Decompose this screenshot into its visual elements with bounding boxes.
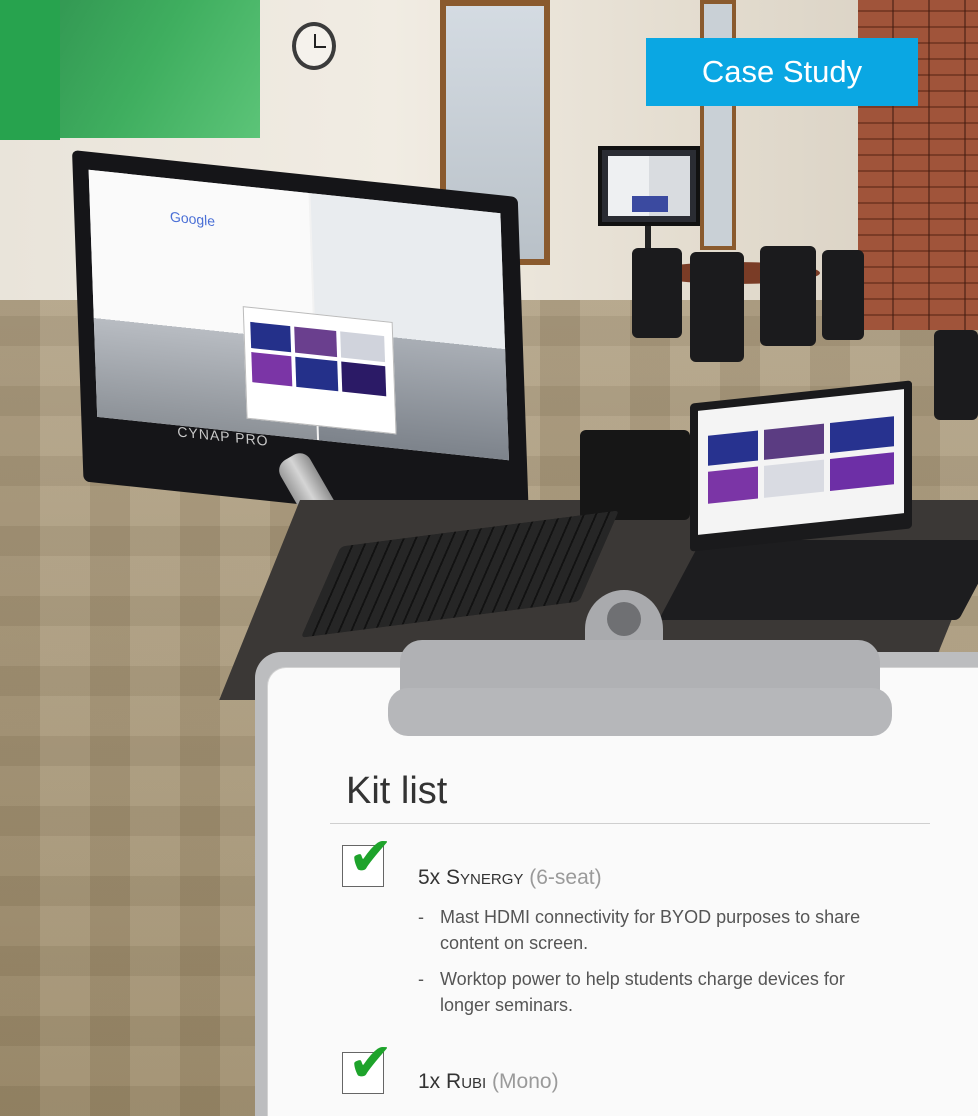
green-wall-strip — [0, 0, 60, 140]
divider — [330, 823, 930, 824]
bullet-text: Worktop power to help students charge de… — [440, 969, 845, 1015]
chair — [690, 252, 744, 362]
chair — [632, 248, 682, 338]
item-name: Synergy — [446, 866, 524, 889]
item-note: (6-seat) — [529, 866, 602, 889]
list-item: - Worktop power to help students charge … — [418, 966, 878, 1018]
case-study-tag: Case Study — [646, 38, 918, 106]
laptop-screen — [690, 380, 912, 552]
far-display — [598, 146, 700, 226]
shared-window — [242, 306, 397, 435]
laptop-keyboard — [658, 540, 978, 620]
checkmark-icon: ✔ — [348, 825, 394, 888]
bullet-text: Mast HDMI connectivity for BYOD purposes… — [440, 907, 861, 953]
kit-list-title: Kit list — [346, 770, 448, 812]
chair — [934, 330, 978, 420]
control-box — [580, 430, 690, 520]
item-qty: 5x — [418, 866, 441, 889]
chair — [822, 250, 864, 340]
wall-clock-icon — [292, 22, 336, 70]
clipboard-clip — [388, 640, 892, 736]
kit-item-synergy: 5x Synergy (6-seat) — [418, 866, 602, 890]
clipboard-clip-hole — [607, 602, 641, 636]
case-study-page: Google CYNAP PRO Case Study Kit list ✔ 5… — [0, 0, 978, 1116]
checkmark-icon: ✔ — [348, 1031, 394, 1094]
item-name: Rubi — [446, 1070, 487, 1093]
item-qty: 1x — [418, 1070, 441, 1093]
chair — [760, 246, 816, 346]
google-logo: Google — [169, 208, 216, 230]
list-item: - Mast HDMI connectivity for BYOD purpos… — [418, 904, 878, 956]
kit-item-rubi: 1x Rubi (Mono) — [418, 1070, 559, 1094]
item-note: (Mono) — [492, 1070, 559, 1093]
